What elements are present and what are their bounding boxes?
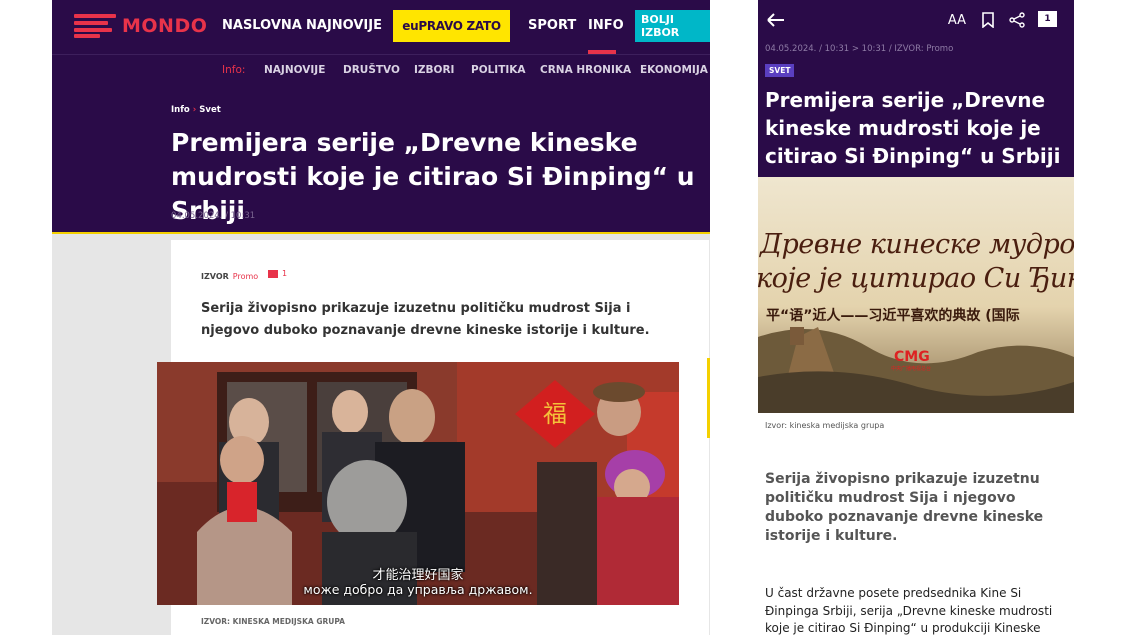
subnav-ekonomija[interactable]: EKONOMIJA: [640, 64, 708, 76]
nav-info[interactable]: INFO: [588, 18, 624, 33]
article-meta: 04.05.2024. / 10:31 > 10:31 / IZVOR: Pro…: [765, 44, 954, 54]
font-size-icon[interactable]: AA: [944, 10, 970, 30]
sub-navigation: Info: NAJNOVIJE DRUŠTVO IZBORI POLITIKA …: [52, 54, 710, 89]
logo-text: MONDO: [122, 15, 208, 37]
subnav-crna-hronika[interactable]: CRNA HRONIKA: [540, 64, 631, 76]
comment-icon: [268, 269, 278, 278]
nav-najnovije[interactable]: NAJNOVIJE: [306, 18, 382, 33]
breadcrumb: Info › Svet: [171, 105, 221, 115]
article-source: IZVOR Promo: [201, 272, 258, 281]
subnav-politika[interactable]: POLITIKA: [471, 64, 526, 76]
mobile-comment-count: 1: [1044, 14, 1051, 24]
mobile-article-body: U čast državne posete predsednika Kine S…: [765, 586, 1053, 635]
subnav-label: Info:: [222, 64, 246, 76]
poster-chinese-subtitle: 平“语”近人——习近平喜欢的典故 (国际: [766, 308, 1020, 324]
nav-naslovna[interactable]: NASLOVNA: [222, 18, 302, 33]
subnav-drustvo[interactable]: DRUŠTVO: [343, 64, 400, 76]
mobile-photo-caption: Izvor: kineska medijska grupa: [765, 421, 885, 430]
source-label: IZVOR: [201, 272, 229, 281]
bookmark-icon[interactable]: [980, 10, 996, 30]
comment-count-link[interactable]: 1: [268, 269, 287, 278]
top-navigation: MONDO NASLOVNA NAJNOVIJE euPRAVO ZATO SP…: [52, 0, 710, 54]
source-value: Promo: [232, 272, 259, 281]
mobile-page-title: Premijera serije „Drevne kineske mudrost…: [765, 88, 1061, 168]
article-date: 04.05.2024. / 10:31: [171, 211, 256, 221]
poster-illustration: [758, 177, 1074, 413]
mobile-article-view: AA 1 04.05.2024. / 10:31 > 10:31 / IZVOR…: [758, 0, 1074, 635]
share-icon[interactable]: [1008, 10, 1026, 30]
mobile-article-lead: Serija živopisno prikazuje izuzetnu poli…: [765, 471, 1044, 544]
photo-subtitle-serbian: може добро да управља државом.: [303, 582, 533, 597]
back-arrow-icon[interactable]: [766, 10, 786, 30]
bolji-izbor-button[interactable]: BOLJI IZBOR: [635, 10, 710, 42]
poster-title-line2: које је цитирао Си Ђинпинг: [758, 263, 1074, 294]
side-accent: [707, 358, 710, 438]
breadcrumb-info[interactable]: Info: [171, 105, 190, 115]
mondo-logo-icon: [74, 14, 116, 38]
article-photo[interactable]: 福 才能治理好国家 може добро да управља државом.: [157, 362, 679, 605]
category-tag[interactable]: SVET: [765, 64, 795, 77]
eu-pravo-zato-button[interactable]: euPRAVO ZATO: [393, 10, 510, 42]
breadcrumb-svet[interactable]: Svet: [199, 105, 221, 115]
cmg-logo-subtitle: 中央广播电视总台: [891, 366, 932, 372]
article-header: Info › Svet Premijera serije „Drevne kines…: [52, 88, 710, 234]
article-lead: Serija živopisno prikazuje izuzetnu poli…: [201, 301, 650, 338]
cmg-logo: CMG: [894, 349, 930, 365]
photo-caption: IZVOR: KINESKA MEDIJSKA GRUPA: [201, 617, 345, 626]
nav-sport[interactable]: SPORT: [528, 18, 576, 33]
subnav-najnovije[interactable]: NAJNOVIJE: [264, 64, 325, 76]
poster-title-line1: Древне кинеске мудрости: [760, 229, 1074, 260]
comment-count: 1: [282, 269, 288, 278]
subnav-izbori[interactable]: IZBORI: [414, 64, 454, 76]
mobile-article-photo[interactable]: Древне кинеске мудрости које је цитирао …: [758, 177, 1074, 413]
mondo-logo[interactable]: MONDO: [74, 14, 207, 38]
desktop-article-view: MONDO NASLOVNA NAJNOVIJE euPRAVO ZATO SP…: [52, 0, 710, 635]
photo-subtitle-chinese: 才能治理好国家: [372, 568, 464, 583]
mobile-header: AA 1 04.05.2024. / 10:31 > 10:31 / IZVOR…: [758, 0, 1074, 177]
comment-icon[interactable]: 1: [1038, 11, 1057, 27]
chevron-right-icon: ›: [192, 105, 197, 115]
svg-text:福: 福: [543, 400, 567, 428]
